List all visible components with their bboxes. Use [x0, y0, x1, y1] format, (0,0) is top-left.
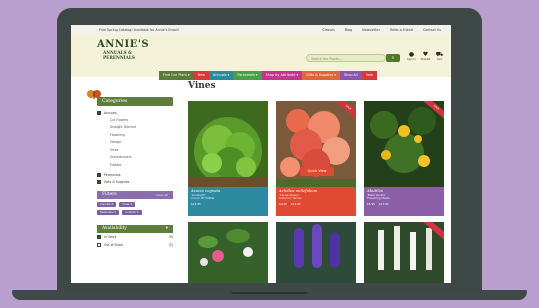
nav-perennials[interactable]: Perennials ▾ [233, 71, 262, 80]
active-filter-chips: Annuals ✕ Vines ✕ Perennials ✕ In Stock … [97, 202, 157, 215]
site-header: ANNIE'S ANNUALS & PERENNIALS Search the … [71, 35, 451, 80]
subcategory-edibles[interactable]: Edibles [97, 162, 173, 170]
search-input[interactable]: Search the Plants... [306, 54, 386, 62]
search-icon: ⌕ [391, 55, 395, 61]
nav-sale[interactable]: Sale [361, 71, 378, 80]
page-title: Vines [188, 81, 216, 91]
product-image[interactable]: SALE [364, 101, 444, 187]
product-common-name: Common Yarrow [279, 196, 302, 201]
top-link-contact[interactable]: Contact Us [423, 28, 441, 32]
top-link-newsletter[interactable]: Newsletter [362, 28, 380, 32]
product-image[interactable] [188, 222, 268, 283]
nav-annuals[interactable]: Annuals ▾ [209, 71, 234, 80]
checkbox[interactable] [97, 172, 101, 177]
filter-chip[interactable]: In Stock ✕ [122, 210, 142, 215]
cart-icon: ⛟ [435, 51, 444, 58]
product-price: $9.95 $14.95 [279, 201, 301, 206]
product-info: Achillea millefolium 'Cerise Queen' Comm… [276, 187, 356, 216]
user-icon: ● [408, 51, 415, 58]
nav-shop-by-attribute[interactable]: Shop by Attribute ▾ [261, 71, 303, 80]
checkbox[interactable] [97, 180, 101, 185]
top-link-blog[interactable]: Blog [345, 28, 352, 32]
category-list: Annuals Cut Flowers Drought Tolerant Flo… [97, 109, 173, 186]
product-card[interactable]: SALE Quick View Achillea millefolium 'Ce… [276, 101, 356, 216]
product-image[interactable] [188, 101, 268, 187]
product-price: $13.95 [191, 201, 201, 206]
product-card[interactable] [276, 222, 356, 283]
promo-text[interactable]: Free Spring Catalog! Available for Annie… [99, 28, 179, 32]
availability-heading: Availability ▾ [97, 225, 173, 233]
top-link-refer[interactable]: Refer-a-Friend [390, 28, 413, 32]
top-bar: Free Spring Catalog! Available for Annie… [71, 25, 451, 35]
checkbox[interactable] [97, 110, 101, 115]
product-image[interactable] [364, 222, 444, 283]
nav-new[interactable]: New [193, 71, 210, 80]
checkbox[interactable] [97, 243, 101, 247]
chevron-down-icon[interactable]: ▾ [166, 225, 168, 233]
main-nav: Find Our Plant ▾ New Annuals ▾ Perennial… [159, 71, 378, 80]
subcategory-flowering[interactable]: Flowering [97, 132, 173, 140]
filter-chip[interactable]: Perennials ✕ [97, 210, 120, 215]
filter-chip[interactable]: Annuals ✕ [97, 202, 117, 207]
nav-shop-all[interactable]: Shop All [339, 71, 362, 80]
product-card[interactable] [364, 222, 444, 283]
product-common-name: Cousin Itt Wattle [191, 196, 215, 201]
annies-logo[interactable]: ANNIE'S ANNUALS & PERENNIALS [97, 40, 155, 72]
top-links: Classes Blog Newsletter Refer-a-Friend C… [322, 28, 441, 32]
nav-find-our-plant[interactable]: Find Our Plant ▾ [159, 71, 194, 80]
filters-heading: Filters Clear All [97, 191, 173, 199]
top-link-classes[interactable]: Classes [322, 28, 334, 32]
subcategory-drought-tolerant[interactable]: Drought Tolerant [97, 124, 173, 132]
subcategory-groundcovers[interactable]: Groundcovers [97, 154, 173, 162]
product-card[interactable]: SALE Abutilon 'Bella Vanilla' Flowering … [364, 101, 444, 216]
product-image[interactable]: SALE Quick View [276, 101, 356, 187]
product-card[interactable] [188, 222, 268, 283]
filter-chip[interactable]: Vines ✕ [119, 202, 136, 207]
search-button[interactable]: ⌕ [386, 54, 400, 62]
product-image[interactable] [276, 222, 356, 283]
sidebar: Categories Annuals Cut Flowers Drought T… [87, 90, 173, 249]
availability-in-stock[interactable]: In Stock (9) [97, 233, 173, 241]
product-common-name: Flowering Maple [367, 196, 390, 201]
category-annuals[interactable]: Annuals [97, 109, 173, 117]
sign-in-button[interactable]: ● Sign In [406, 51, 417, 61]
categories-heading: Categories [97, 97, 173, 106]
wishlist-button[interactable]: ♥ Wishlist [420, 51, 431, 61]
nav-gifts-supplies[interactable]: Gifts & Supplies ▾ [302, 71, 340, 80]
product-price: $5.95 $13.95 [367, 201, 389, 206]
category-perennials[interactable]: Perennials [97, 171, 173, 179]
product-card[interactable]: Acacia cognata 'Limelight' Cousin Itt Wa… [188, 101, 268, 216]
category-gifts-supplies[interactable]: Gifts & Supplies [97, 179, 173, 187]
subcategory-foliage[interactable]: Foliage [97, 139, 173, 147]
subcategory-cut-flowers[interactable]: Cut Flowers [97, 117, 173, 125]
checkbox[interactable] [97, 235, 101, 239]
clear-all-link[interactable]: Clear All [156, 191, 168, 199]
butterfly-icon [87, 90, 101, 99]
website-screen: Free Spring Catalog! Available for Annie… [71, 25, 451, 283]
product-info: Acacia cognata 'Limelight' Cousin Itt Wa… [188, 187, 268, 216]
subcategory-vines[interactable]: Vines [97, 147, 173, 155]
cart-button[interactable]: ⛟ Cart [434, 51, 445, 61]
product-info: Abutilon 'Bella Vanilla' Flowering Maple… [364, 187, 444, 216]
header-icons: ● Sign In ♥ Wishlist ⛟ Cart [406, 51, 445, 61]
heart-icon: ♥ [422, 51, 429, 58]
quick-view-button[interactable]: Quick View [300, 167, 334, 176]
availability-out-of-stock[interactable]: Out of Stock (2) [97, 241, 173, 249]
